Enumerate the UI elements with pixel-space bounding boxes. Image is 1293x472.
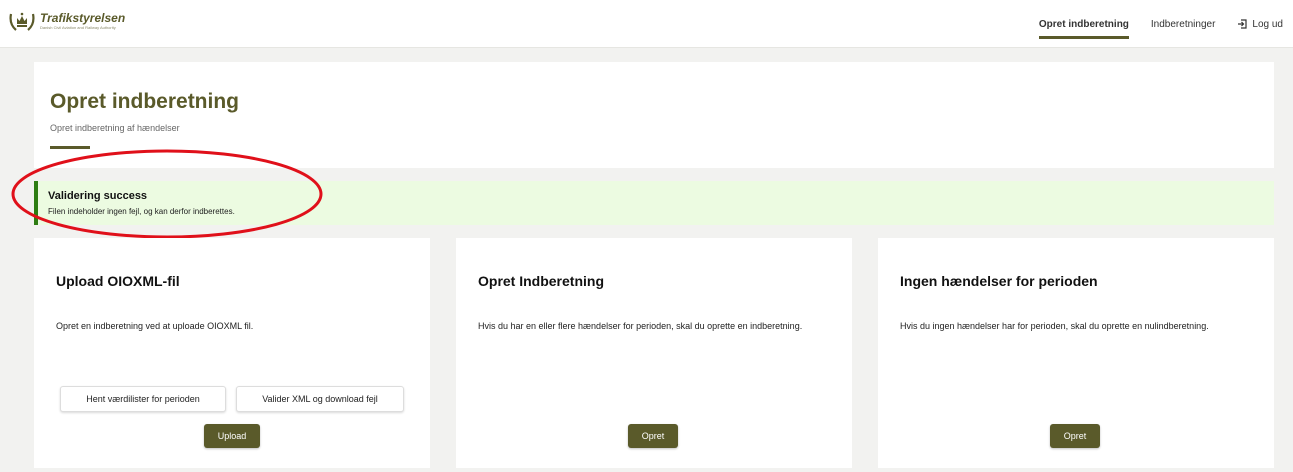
upload-button[interactable]: Upload <box>204 424 260 448</box>
upload-card: Upload OIOXML-fil Opret en indberetning … <box>34 238 430 468</box>
logout-icon <box>1238 19 1248 29</box>
logo-subtitle: Danish Civil Aviation and Railway Author… <box>40 25 116 30</box>
top-bar: Trafikstyrelsen Danish Civil Aviation an… <box>0 0 1293 48</box>
card-title: Upload OIOXML-fil <box>56 273 180 289</box>
nulindberetning-card: Ingen hændelser for perioden Hvis du ing… <box>878 238 1274 468</box>
nav-log-ud-label: Log ud <box>1252 19 1283 30</box>
card-text: Hvis du har en eller flere hændelser for… <box>478 321 803 331</box>
card-title: Ingen hændelser for perioden <box>900 273 1098 289</box>
title-underline <box>50 146 90 149</box>
nav-opret-indberetning[interactable]: Opret indberetning <box>1038 0 1129 48</box>
valider-xml-button[interactable]: Valider XML og download fejl <box>236 386 404 412</box>
hent-vaerdilister-button[interactable]: Hent værdilister for perioden <box>60 386 226 412</box>
nav-indberetninger[interactable]: Indberetninger <box>1151 0 1216 48</box>
page-header-card: Opret indberetning Opret indberetning af… <box>34 62 1274 168</box>
crown-logo-icon <box>9 12 35 31</box>
alert-accent-bar <box>34 181 38 225</box>
page-title: Opret indberetning <box>50 90 239 113</box>
page-subtitle: Opret indberetning af hændelser <box>50 123 180 133</box>
card-text: Hvis du ingen hændelser har for perioden… <box>900 321 1209 331</box>
opret-indberetning-button[interactable]: Opret <box>628 424 678 448</box>
validation-success-alert: Validering success Filen indeholder inge… <box>34 181 1274 225</box>
card-title: Opret Indberetning <box>478 273 604 289</box>
alert-title: Validering success <box>48 190 148 202</box>
logo[interactable]: Trafikstyrelsen Danish Civil Aviation an… <box>8 8 125 34</box>
card-text: Opret en indberetning ved at uploade OIO… <box>56 321 254 331</box>
opret-nulindberetning-button[interactable]: Opret <box>1050 424 1100 448</box>
alert-text: Filen indeholder ingen fejl, og kan derf… <box>48 207 235 216</box>
main-nav: Opret indberetning Indberetninger Log ud <box>1017 0 1283 48</box>
logo-name: Trafikstyrelsen <box>40 11 126 25</box>
nav-log-ud[interactable]: Log ud <box>1237 0 1283 48</box>
opret-indberetning-card: Opret Indberetning Hvis du har en eller … <box>456 238 852 468</box>
